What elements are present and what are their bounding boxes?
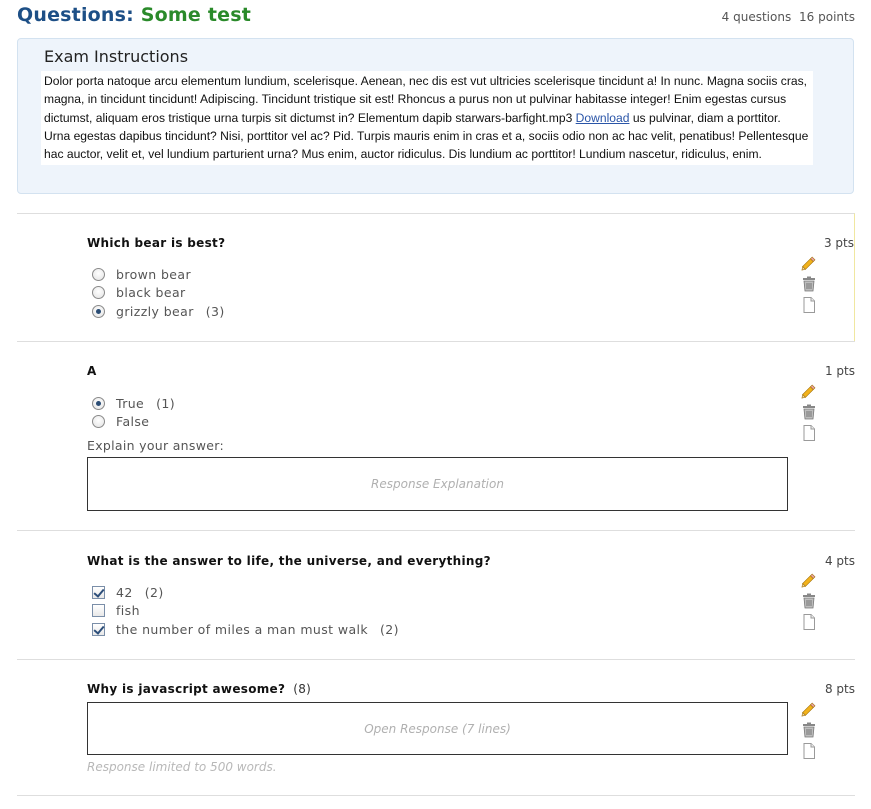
question-tools <box>800 382 818 445</box>
question-count: 4 questions <box>721 10 792 24</box>
option-score: (3) <box>205 303 225 319</box>
radio-button[interactable] <box>92 267 105 281</box>
answer-option[interactable]: fish <box>92 602 399 621</box>
radio-button[interactable] <box>92 415 105 429</box>
option-label: brown bear <box>116 266 191 282</box>
question-tools <box>800 700 818 763</box>
download-link[interactable]: Download <box>576 111 630 125</box>
document-icon[interactable] <box>800 742 818 760</box>
question-points: 8 pts <box>824 682 855 696</box>
radio-button[interactable] <box>92 304 105 318</box>
document-icon[interactable] <box>800 296 818 314</box>
quiz-summary: 4 questions 16 points <box>722 10 855 24</box>
question-points: 3 pts <box>823 236 854 250</box>
option-label: black bear <box>116 285 186 301</box>
trash-icon[interactable] <box>800 721 818 739</box>
question-tools <box>800 254 818 317</box>
answer-option[interactable]: 42 (2) <box>92 583 399 602</box>
question-title-row: Why is javascript awesome? (8) <box>87 682 311 696</box>
question-title: A <box>87 364 97 378</box>
option-score: (2) <box>380 621 399 637</box>
question-points: 1 pts <box>824 364 855 378</box>
question-title-points: (8) <box>293 682 312 696</box>
question-item: What is the answer to life, the universe… <box>17 530 855 660</box>
quiz-header: Questions: Some test 4 questions 16 poin… <box>17 4 855 30</box>
checkbox[interactable] <box>92 622 105 636</box>
answer-option[interactable]: brown bear <box>92 265 225 284</box>
trash-icon[interactable] <box>800 403 818 421</box>
pencil-icon[interactable] <box>800 382 818 400</box>
response-placeholder: Open Response (7 lines) <box>364 721 511 736</box>
pencil-icon[interactable] <box>800 571 818 589</box>
question-title: What is the answer to life, the universe… <box>87 554 491 568</box>
option-score: (1) <box>156 395 176 411</box>
option-label: True <box>116 395 145 411</box>
radio-button[interactable] <box>92 286 105 300</box>
page-title-label: Questions: <box>17 4 134 26</box>
radio-button[interactable] <box>92 396 105 410</box>
checkbox[interactable] <box>92 604 105 618</box>
quiz-name: Some test <box>140 4 251 26</box>
question-item: A 1 pts True (1) False Explain your answ… <box>17 341 855 531</box>
instructions-title: Exam Instructions <box>44 47 189 66</box>
option-label: grizzly bear <box>116 303 194 319</box>
answer-option[interactable]: black bear <box>92 284 225 303</box>
response-placeholder: Response Explanation <box>371 477 504 491</box>
document-icon[interactable] <box>800 613 818 631</box>
answer-options: True (1) False <box>92 394 175 431</box>
answer-option[interactable]: False <box>92 413 175 432</box>
exam-instructions-panel: Exam Instructions Dolor porta natoque ar… <box>17 38 854 194</box>
document-icon[interactable] <box>800 424 818 442</box>
checkbox[interactable] <box>92 585 105 599</box>
answer-option[interactable]: True (1) <box>92 394 175 413</box>
question-item: Which bear is best? 3 pts brown bear bla… <box>17 213 855 342</box>
question-title: Why is javascript awesome? <box>87 682 286 696</box>
option-label: False <box>116 414 150 430</box>
answer-option[interactable]: the number of miles a man must walk (2) <box>92 620 399 639</box>
answer-options: 42 (2) fish the number of miles a man mu… <box>92 583 399 639</box>
open-response-field[interactable]: Open Response (7 lines) <box>87 702 788 755</box>
response-limit-note: Response limited to 500 words. <box>87 760 277 774</box>
explain-answer-label: Explain your answer: <box>87 438 224 453</box>
answer-option[interactable]: grizzly bear (3) <box>92 302 225 321</box>
trash-icon[interactable] <box>800 592 818 610</box>
response-explanation-field[interactable]: Response Explanation <box>87 457 788 511</box>
pencil-icon[interactable] <box>800 700 818 718</box>
option-score: (2) <box>144 584 164 600</box>
trash-icon[interactable] <box>800 275 818 293</box>
question-item: Why is javascript awesome? (8) 8 pts Open… <box>17 659 855 796</box>
instructions-body: Dolor porta natoque arcu elementum lundi… <box>41 71 813 166</box>
option-label: fish <box>116 603 140 619</box>
pencil-icon[interactable] <box>800 254 818 272</box>
option-label: 42 <box>116 584 133 600</box>
answer-options: brown bear black bear grizzly bear (3) <box>92 265 225 321</box>
total-points: 16 points <box>799 10 855 24</box>
option-label: the number of miles a man must walk <box>116 621 369 637</box>
question-tools <box>800 571 818 634</box>
question-title: Which bear is best? <box>87 236 226 250</box>
question-points: 4 pts <box>824 554 855 568</box>
